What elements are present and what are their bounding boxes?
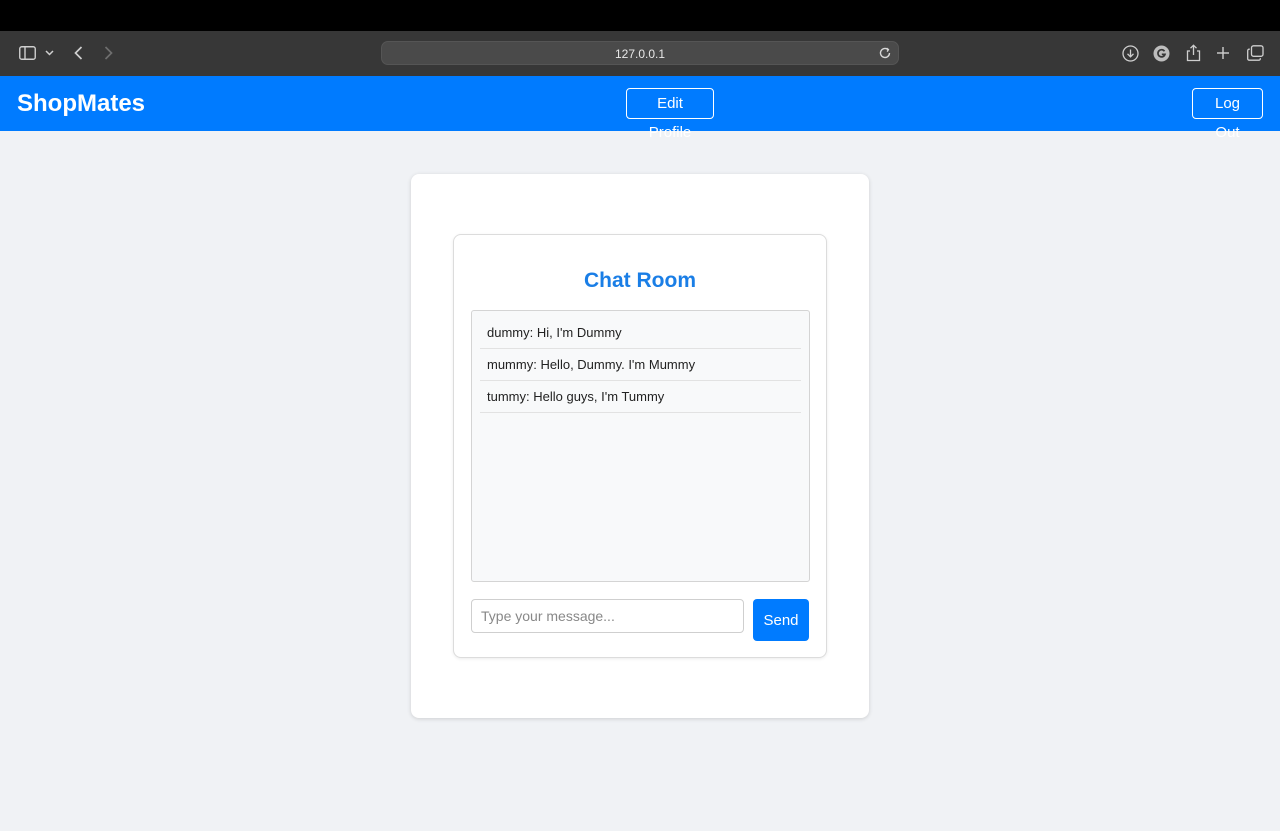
chat-room-title: Chat Room (584, 269, 696, 292)
message-input[interactable] (471, 599, 744, 633)
chevron-down-icon[interactable] (43, 43, 55, 63)
new-tab-icon[interactable] (1215, 43, 1231, 63)
messages-list[interactable]: dummy: Hi, I'm Dummy mummy: Hello, Dummy… (471, 310, 810, 582)
brand-logo[interactable]: ShopMates (17, 90, 145, 118)
main-card: Chat Room dummy: Hi, I'm Dummy mummy: He… (411, 174, 869, 718)
system-top-bar (0, 0, 1280, 31)
site-navbar: ShopMates Edit Profile Log Out (0, 76, 1280, 141)
logout-button[interactable]: Log Out (1192, 88, 1263, 141)
download-icon[interactable] (1121, 43, 1139, 63)
share-icon[interactable] (1184, 43, 1202, 63)
tabs-overview-icon[interactable] (1246, 43, 1264, 63)
back-icon[interactable] (71, 43, 85, 63)
chat-message: dummy: Hi, I'm Dummy (480, 317, 801, 349)
address-bar[interactable]: 127.0.0.1 (381, 41, 899, 65)
chat-room-panel: Chat Room dummy: Hi, I'm Dummy mummy: He… (453, 234, 827, 658)
chat-message: mummy: Hello, Dummy. I'm Mummy (480, 349, 801, 381)
edit-profile-button[interactable]: Edit Profile (626, 88, 714, 141)
reload-icon[interactable] (878, 46, 892, 60)
browser-toolbar: 127.0.0.1 (0, 31, 1280, 76)
send-button[interactable]: Send (753, 599, 809, 641)
forward-icon[interactable] (101, 43, 115, 63)
sidebar-icon[interactable] (18, 43, 36, 63)
url-text: 127.0.0.1 (614, 47, 666, 61)
chat-message: tummy: Hello guys, I'm Tummy (480, 381, 801, 413)
grammarly-icon[interactable] (1152, 43, 1170, 63)
